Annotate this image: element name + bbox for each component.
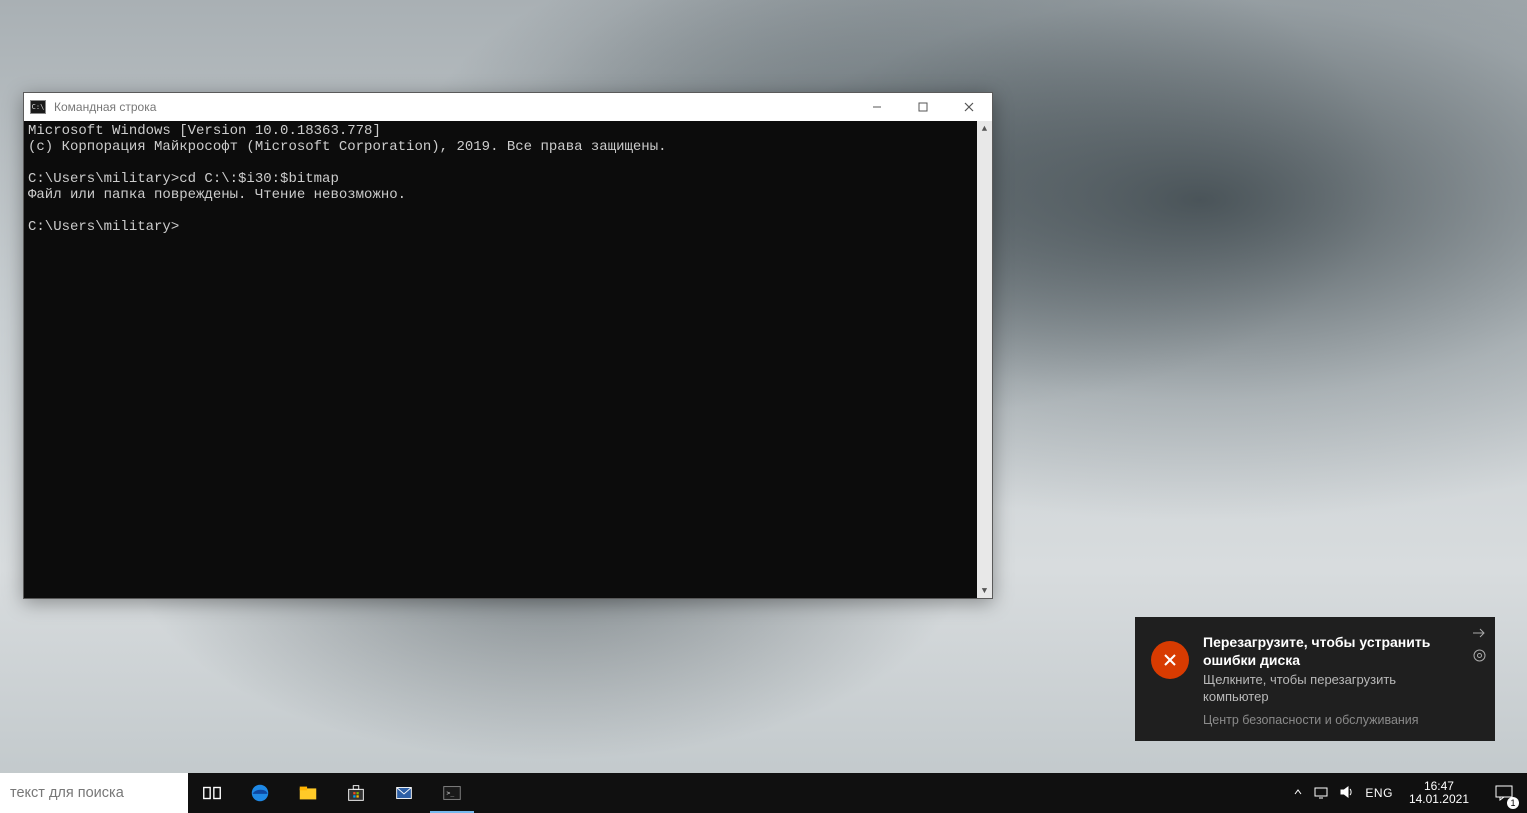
toast-arrow-icon[interactable]	[1471, 625, 1487, 641]
store-icon[interactable]	[332, 773, 380, 813]
scrollbar[interactable]: ▲ ▼	[977, 121, 992, 598]
toast-content: Перезагрузите, чтобы устранить ошибки ди…	[1203, 633, 1479, 727]
window-controls	[854, 93, 992, 121]
notification-toast[interactable]: Перезагрузите, чтобы устранить ошибки ди…	[1135, 617, 1495, 741]
tray-overflow-icon[interactable]	[1293, 787, 1303, 800]
titlebar[interactable]: C:\ Командная строка	[24, 93, 992, 121]
toast-subtitle: Щелкните, чтобы перезагрузить компьютер	[1203, 671, 1461, 705]
cmd-window[interactable]: C:\ Командная строка Microsoft Windows […	[23, 92, 993, 599]
svg-text:>_: >_	[447, 789, 455, 797]
volume-icon[interactable]	[1339, 785, 1355, 802]
file-explorer-icon[interactable]	[284, 773, 332, 813]
scroll-down-icon[interactable]: ▼	[977, 583, 992, 598]
cmd-taskbar-icon[interactable]: >_	[428, 773, 476, 813]
terminal-line: Файл или папка повреждены. Чтение невозм…	[28, 187, 406, 203]
terminal-line: (c) Корпорация Майкрософт (Microsoft Cor…	[28, 139, 667, 155]
edge-browser-icon[interactable]	[236, 773, 284, 813]
clock-date: 14.01.2021	[1409, 793, 1469, 806]
taskbar-spacer	[476, 773, 1283, 813]
search-input[interactable]: текст для поиска	[0, 773, 188, 813]
cmd-app-icon: C:\	[30, 100, 46, 114]
maximize-button[interactable]	[900, 93, 946, 121]
toast-title: Перезагрузите, чтобы устранить ошибки ди…	[1203, 633, 1461, 669]
search-placeholder: текст для поиска	[10, 785, 124, 801]
action-center-button[interactable]: 1	[1481, 773, 1527, 813]
toast-source: Центр безопасности и обслуживания	[1203, 713, 1461, 727]
close-button[interactable]	[946, 93, 992, 121]
minimize-button[interactable]	[854, 93, 900, 121]
language-indicator[interactable]: ENG	[1365, 786, 1393, 800]
network-icon[interactable]	[1313, 785, 1329, 802]
terminal-line: C:\Users\military>	[28, 219, 179, 235]
clock[interactable]: 16:47 14.01.2021	[1403, 780, 1475, 806]
notification-count-badge: 1	[1507, 797, 1519, 809]
task-view-button[interactable]	[188, 773, 236, 813]
window-title: Командная строка	[54, 100, 156, 114]
toast-settings-icon[interactable]	[1471, 647, 1487, 663]
error-icon	[1151, 641, 1189, 679]
system-tray: ENG 16:47 14.01.2021	[1283, 773, 1481, 813]
mail-icon[interactable]	[380, 773, 428, 813]
terminal-line: C:\Users\military>cd C:\:$i30:$bitmap	[28, 171, 339, 187]
terminal-line: Microsoft Windows [Version 10.0.18363.77…	[28, 123, 381, 139]
taskbar: текст для поиска >_ ENG 16:47 14.01.2021	[0, 773, 1527, 813]
terminal-body[interactable]: Microsoft Windows [Version 10.0.18363.77…	[24, 121, 992, 598]
scroll-up-icon[interactable]: ▲	[977, 121, 992, 136]
